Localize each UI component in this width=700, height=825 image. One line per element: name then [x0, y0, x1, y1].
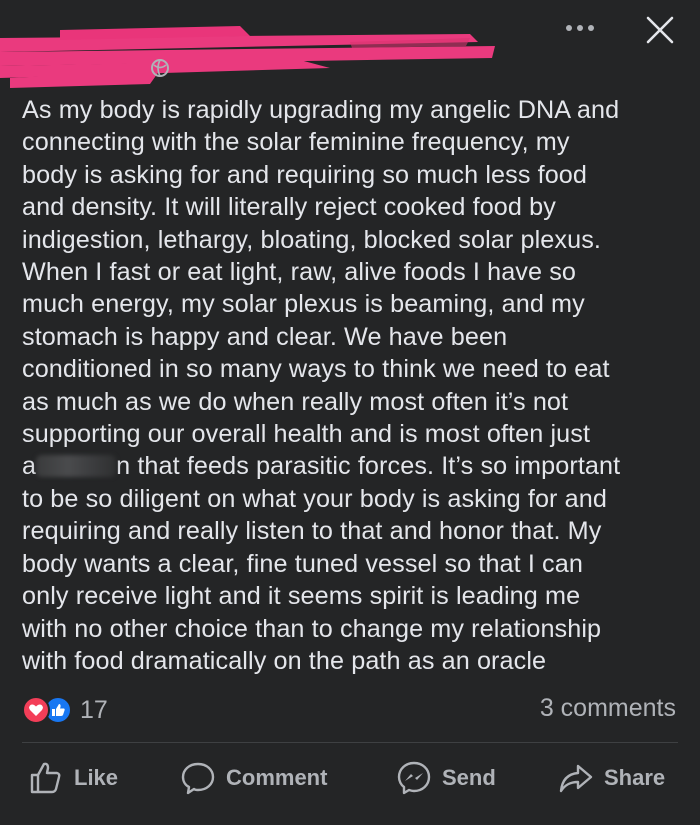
more-options-icon[interactable]: [560, 12, 600, 42]
reactions-summary[interactable]: 17: [22, 694, 108, 726]
love-reaction-icon: [22, 696, 50, 724]
share-button[interactable]: Share: [558, 750, 665, 806]
comment-count-link[interactable]: 3 comments: [540, 694, 676, 723]
post-line: requiring and really listen to that and …: [22, 517, 602, 546]
post-actions-bar: Like Comment Send Share: [0, 750, 700, 806]
post-header: [0, 0, 700, 90]
post-line: body is asking for and requiring so much…: [22, 160, 588, 189]
globe-icon: [151, 59, 169, 77]
like-button[interactable]: Like: [28, 750, 118, 806]
post-card: As my body is rapidly upgrading my angel…: [0, 0, 700, 825]
post-line: with food dramatically on the path as an…: [22, 646, 547, 675]
messenger-icon: [397, 761, 431, 795]
close-icon[interactable]: [640, 10, 680, 50]
post-line: indigestion, lethargy, bloating, blocked…: [22, 225, 601, 254]
post-line: much energy, my solar plexus is beaming,…: [22, 290, 585, 319]
post-line: When I fast or eat light, raw, alive foo…: [22, 258, 577, 287]
thumbs-up-icon: [30, 762, 61, 794]
comment-icon: [181, 762, 215, 795]
post-line: connecting with the solar feminine frequ…: [22, 128, 570, 157]
post-line: as much as we do when really most often …: [22, 387, 569, 416]
post-line-prefix: a: [22, 452, 37, 481]
post-line: n that feeds parasitic forces. It’s so i…: [116, 452, 621, 481]
send-button[interactable]: Send: [396, 750, 496, 806]
post-line: and density. It will literally reject co…: [22, 193, 556, 222]
post-line: to be so diligent on what your body is a…: [22, 484, 607, 513]
post-line: As my body is rapidly upgrading my angel…: [22, 96, 620, 124]
post-line: conditioned in so many ways to think we …: [22, 355, 610, 384]
share-arrow-icon: [559, 764, 593, 793]
share-label: Share: [604, 765, 666, 790]
blurred-word: [36, 455, 117, 478]
post-line: with no other choice than to change my r…: [22, 614, 602, 643]
post-line-blurred: a n that feeds parasitic forces. It’s so …: [22, 450, 682, 482]
post-line: stomach is happy and clear. We have been: [22, 322, 508, 351]
reaction-count: 17: [80, 695, 108, 724]
comment-label: Comment: [226, 765, 328, 790]
send-label: Send: [442, 765, 496, 790]
post-line: body wants a clear, fine tuned vessel so…: [22, 549, 583, 578]
post-line: supporting our overall health and is mos…: [22, 420, 591, 449]
redaction-scribble: [0, 26, 495, 88]
like-label: Like: [74, 765, 119, 790]
divider: [22, 742, 678, 743]
post-body-text: As my body is rapidly upgrading my angel…: [22, 94, 682, 677]
post-line: only receive light and it seems spirit i…: [22, 582, 581, 611]
comment-button[interactable]: Comment: [180, 750, 327, 806]
